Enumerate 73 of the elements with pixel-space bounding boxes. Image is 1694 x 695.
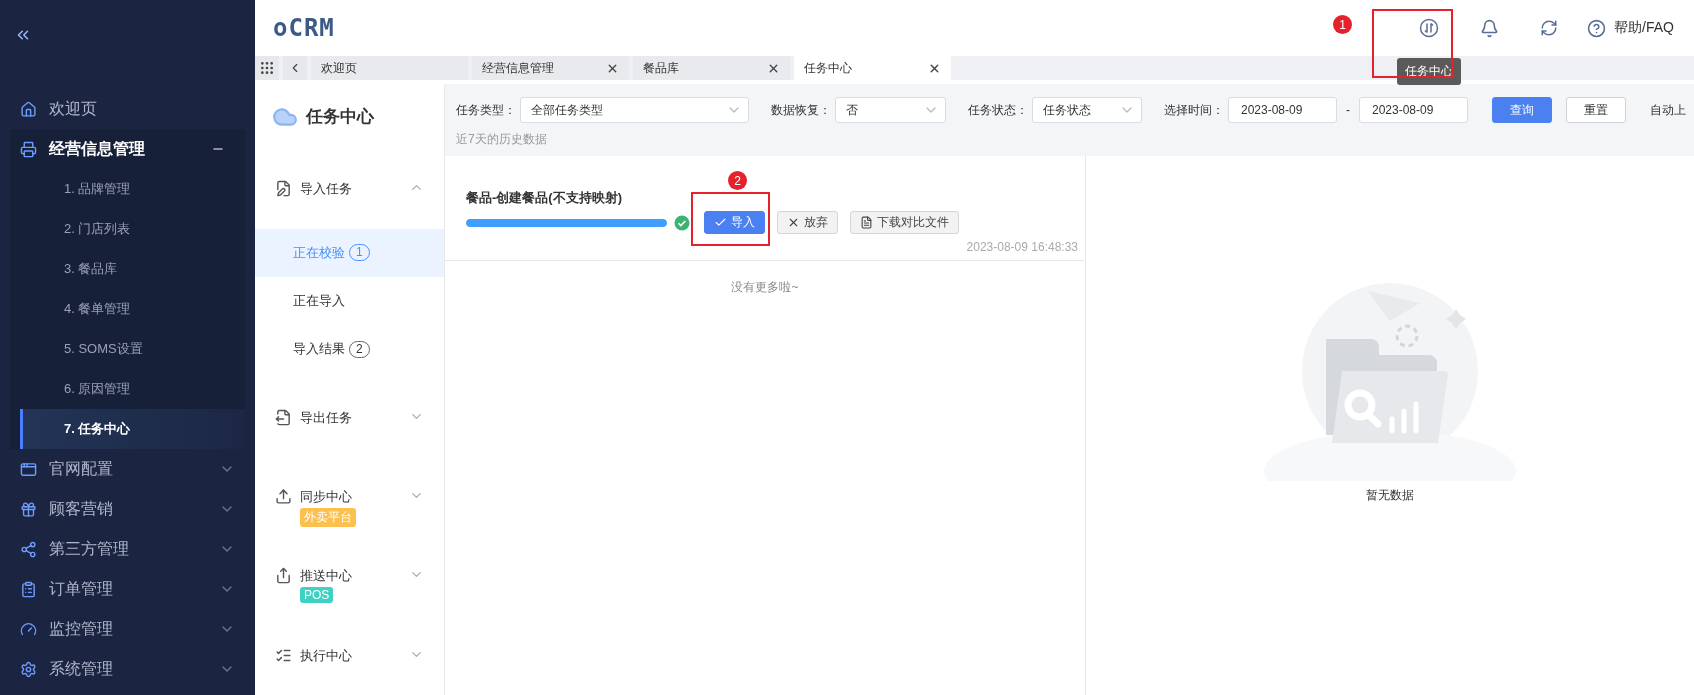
- refresh-icon[interactable]: [1540, 19, 1559, 37]
- submenu-item[interactable]: 4. 餐单管理: [20, 289, 245, 329]
- help-icon[interactable]: [1587, 18, 1607, 38]
- auto-upload-label: 自动上: [1650, 101, 1686, 119]
- submenu-item[interactable]: 2. 门店列表: [20, 209, 245, 249]
- page-tab[interactable]: 经营信息管理: [472, 56, 629, 80]
- share-icon: [20, 540, 37, 558]
- close-icon: [787, 216, 800, 229]
- notification-icon[interactable]: [1479, 18, 1499, 38]
- gauge-icon: [20, 620, 37, 638]
- nav-group[interactable]: 同步中心 外卖平台: [255, 456, 444, 537]
- page-tab[interactable]: 任务中心: [794, 56, 951, 80]
- search-button[interactable]: 查询: [1492, 97, 1552, 123]
- home-icon: [20, 100, 37, 118]
- empty-text: 暂无数据: [1366, 487, 1414, 504]
- tag: 外卖平台: [300, 507, 356, 527]
- select-field[interactable]: 任务状态: [1032, 97, 1142, 123]
- submenu-item[interactable]: 6. 原因管理: [20, 369, 245, 409]
- filter-label: 任务类型：: [456, 101, 516, 119]
- gift-icon: [20, 500, 37, 518]
- nav-group[interactable]: 推送中心 POS: [255, 536, 444, 616]
- grid-icon[interactable]: [259, 60, 275, 76]
- filter-label: 选择时间：: [1164, 101, 1224, 119]
- page-tab[interactable]: 欢迎页: [311, 56, 468, 80]
- reset-button[interactable]: 重置: [1566, 97, 1626, 123]
- task-title: 餐品-创建餐品(不支持映射): [466, 189, 622, 207]
- check-icon: [714, 216, 727, 229]
- clipboard-icon: [20, 580, 37, 598]
- sidebar-item[interactable]: 官网配置: [0, 449, 255, 489]
- sidebar-item[interactable]: 订单管理: [0, 569, 255, 609]
- window-icon: [20, 460, 37, 478]
- import-button[interactable]: 导入: [704, 211, 765, 234]
- panel-title: 任务中心: [306, 106, 374, 129]
- nav-group[interactable]: 导出任务: [255, 377, 444, 457]
- page-tab[interactable]: 餐品库: [633, 56, 790, 80]
- help-link[interactable]: 帮助/FAQ: [1614, 19, 1674, 37]
- sidebar-item[interactable]: 监控管理: [0, 609, 255, 649]
- share-icon: [275, 567, 292, 585]
- document-icon: [860, 216, 873, 229]
- discard-button[interactable]: 放弃: [777, 211, 838, 234]
- logo: oCRM: [273, 14, 335, 42]
- sidebar-item[interactable]: 欢迎页: [0, 89, 255, 129]
- tag: POS: [300, 587, 334, 604]
- task-center-icon[interactable]: [1419, 18, 1440, 38]
- select-field[interactable]: 否: [835, 97, 946, 123]
- step-badge: 1: [1333, 15, 1352, 34]
- printer-icon: [20, 140, 37, 158]
- sidebar-item[interactable]: 第三方管理: [0, 529, 255, 569]
- date-field[interactable]: 2023-08-09: [1359, 97, 1468, 123]
- download-button[interactable]: 下载对比文件: [850, 211, 959, 234]
- sidebar-item[interactable]: 系统管理: [0, 649, 255, 689]
- sidebar-item[interactable]: 顾客营销: [0, 489, 255, 529]
- upload-icon: [275, 487, 292, 505]
- nav-item[interactable]: 正在导入: [255, 276, 444, 326]
- settings-icon: [20, 660, 37, 678]
- file-export-icon: [275, 408, 292, 426]
- sidebar-item[interactable]: 经营信息管理: [10, 129, 245, 169]
- nav-group[interactable]: 导入任务: [255, 149, 444, 229]
- history-note: 近7天的历史数据: [456, 131, 548, 148]
- select-field[interactable]: 全部任务类型: [520, 97, 749, 123]
- nav-item[interactable]: 导入结果 2: [255, 325, 444, 374]
- submenu-item[interactable]: 5. SOMS设置: [20, 329, 245, 369]
- file-pen-icon: [275, 180, 292, 198]
- filter-label: 数据恢复：: [771, 101, 831, 119]
- submenu-item[interactable]: 3. 餐品库: [20, 249, 245, 289]
- nav-group[interactable]: 执行中心: [255, 615, 444, 695]
- range-separator: -: [1345, 103, 1351, 117]
- date-field[interactable]: 2023-08-09: [1228, 97, 1337, 123]
- submenu-item[interactable]: 7. 任务中心: [20, 409, 245, 449]
- task-time: 2023-08-09 16:48:33: [966, 240, 1078, 254]
- filter-label: 任务状态：: [968, 101, 1028, 119]
- submenu-item[interactable]: 1. 品牌管理: [20, 169, 245, 209]
- list-end-text: 没有更多啦~: [731, 279, 799, 296]
